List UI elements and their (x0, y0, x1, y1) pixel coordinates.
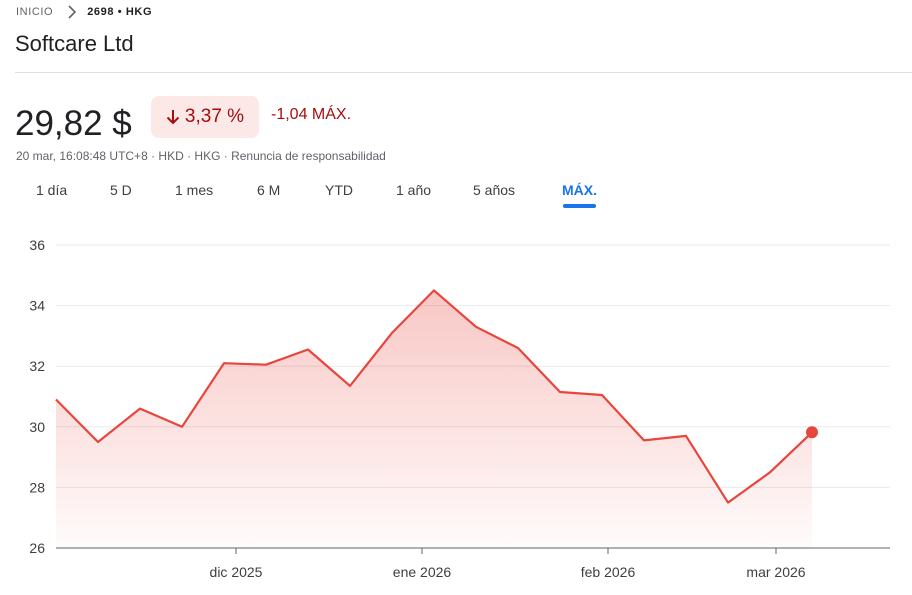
page-title: Softcare Ltd (15, 31, 134, 56)
price-chart[interactable]: 36 34 32 30 28 26 dic 2025 ene 2026 feb 2026 mar… (0, 225, 912, 595)
x-tick-label: feb 2026 (581, 564, 636, 580)
y-axis-labels: 36 34 32 30 28 26 (29, 237, 45, 556)
arrow-down-icon (166, 110, 180, 125)
x-tick-label: dic 2025 (210, 564, 263, 580)
x-axis-ticks: dic 2025 ene 2026 feb 2026 mar 2026 (210, 548, 806, 580)
price-area (56, 290, 812, 548)
chevron-right-icon (68, 5, 77, 19)
x-tick-label: ene 2026 (393, 564, 452, 580)
range-tabs: 1 día 5 D 1 mes 6 M YTD 1 año 5 años MÁX… (0, 182, 912, 212)
breadcrumb: INICIO 2698 • HKG (16, 5, 152, 19)
tab-1m[interactable]: 1 mes (175, 182, 213, 198)
quote-meta: 20 mar, 16:08:48 UTC+8 · HKD · HKG · Ren… (16, 149, 386, 163)
tab-1d[interactable]: 1 día (36, 182, 67, 198)
tab-5y[interactable]: 5 años (473, 182, 515, 198)
tab-6m[interactable]: 6 M (257, 182, 280, 198)
y-tick-label: 28 (29, 479, 45, 495)
percent-change-value: 3,37 % (184, 106, 245, 127)
breadcrumb-current: 2698 • HKG (87, 6, 153, 18)
current-price: 29,82 $ (15, 104, 132, 143)
y-tick-label: 30 (29, 419, 45, 435)
tab-1y[interactable]: 1 año (396, 182, 431, 198)
y-tick-label: 32 (29, 358, 45, 374)
tab-ytd[interactable]: YTD (325, 182, 353, 198)
percent-change-badge: 3,37 % (151, 96, 259, 138)
active-tab-indicator (563, 204, 596, 208)
quote-meta-text[interactable]: 20 mar, 16:08:48 UTC+8 · HKD · HKG · Ren… (16, 149, 386, 163)
y-tick-label: 26 (29, 540, 45, 556)
tab-5d[interactable]: 5 D (110, 182, 132, 198)
absolute-change: -1,04 MÁX. (271, 106, 352, 123)
last-price-marker (806, 426, 818, 439)
y-tick-label: 36 (29, 237, 45, 253)
tab-max[interactable]: MÁX. (562, 182, 597, 198)
breadcrumb-home-link[interactable]: INICIO (16, 6, 53, 18)
y-tick-label: 34 (29, 298, 45, 314)
divider (15, 72, 912, 73)
x-tick-label: mar 2026 (746, 564, 805, 580)
